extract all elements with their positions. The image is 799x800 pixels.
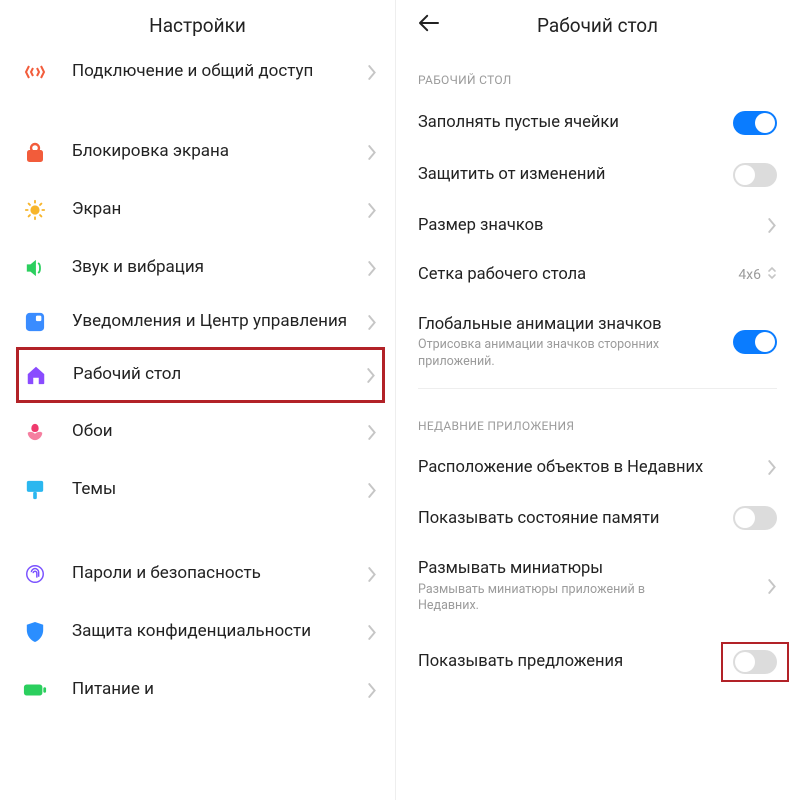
setting-label: Показывать предложения bbox=[418, 651, 721, 672]
shield-icon bbox=[20, 617, 50, 647]
section-header-recents: НЕДАВНИЕ ПРИЛОЖЕНИЯ bbox=[396, 393, 799, 443]
home-screen-settings: Рабочий стол РАБОЧИЙ СТОЛ Заполнять пуст… bbox=[396, 0, 799, 800]
section-header-home: РАБОЧИЙ СТОЛ bbox=[396, 47, 799, 97]
item-battery[interactable]: Питание и bbox=[0, 661, 395, 719]
chevron-right-icon bbox=[368, 625, 377, 640]
chevron-right-icon bbox=[368, 483, 377, 498]
chevron-right-icon bbox=[367, 368, 376, 383]
battery-icon bbox=[20, 675, 50, 705]
chevron-right-icon bbox=[368, 425, 377, 440]
toggle-memory-status[interactable] bbox=[733, 506, 777, 530]
setting-lock-layout[interactable]: Защитить от изменений bbox=[396, 149, 799, 201]
setting-sublabel: Размывать миниатюры приложений в Недавни… bbox=[418, 582, 678, 615]
toggle-global-anim[interactable] bbox=[733, 330, 777, 354]
setting-label: Заполнять пустые ячейки bbox=[418, 112, 733, 133]
item-label: Защита конфиденциальности bbox=[72, 621, 360, 642]
chevron-right-icon bbox=[368, 203, 377, 218]
setting-icon-size[interactable]: Размер значков bbox=[396, 201, 799, 250]
settings-list: Настройки Подключение и общий доступ Бло… bbox=[0, 0, 396, 800]
item-label: Темы bbox=[72, 479, 360, 500]
item-home-screen[interactable]: Рабочий стол bbox=[16, 347, 385, 403]
setting-grid[interactable]: Сетка рабочего стола 4x6 bbox=[396, 250, 799, 299]
chevron-right-icon bbox=[368, 315, 377, 330]
toggle-lock-layout[interactable] bbox=[733, 163, 777, 187]
setting-value: 4x6 bbox=[738, 267, 761, 283]
page-title: Рабочий стол bbox=[414, 14, 781, 37]
setting-label: Глобальные анимации значков bbox=[418, 314, 733, 335]
brush-icon bbox=[20, 475, 50, 505]
item-label: Уведомления и Центр управления bbox=[72, 311, 360, 332]
item-privacy[interactable]: Защита конфиденциальности bbox=[0, 603, 395, 661]
chevron-right-icon bbox=[768, 579, 777, 594]
home-icon bbox=[21, 360, 51, 390]
item-label: Пароли и безопасность bbox=[72, 563, 360, 584]
flower-icon bbox=[20, 417, 50, 447]
item-label: Рабочий стол bbox=[73, 364, 359, 385]
setting-label: Защитить от изменений bbox=[418, 164, 733, 185]
setting-label: Сетка рабочего стола bbox=[418, 264, 738, 285]
toggle-suggestions[interactable] bbox=[733, 650, 777, 674]
sun-icon bbox=[20, 195, 50, 225]
item-label: Блокировка экрана bbox=[72, 141, 360, 162]
item-sound[interactable]: Звук и вибрация bbox=[0, 239, 395, 297]
setting-fill-empty[interactable]: Заполнять пустые ячейки bbox=[396, 97, 799, 149]
expand-icon bbox=[767, 265, 777, 285]
chevron-right-icon bbox=[368, 65, 377, 80]
chevron-right-icon bbox=[368, 261, 377, 276]
item-lock-screen[interactable]: Блокировка экрана bbox=[0, 123, 395, 181]
setting-suggestions[interactable]: Показывать предложения bbox=[396, 628, 799, 696]
lock-icon bbox=[20, 137, 50, 167]
chevron-right-icon bbox=[768, 218, 777, 233]
setting-label: Показывать состояние памяти bbox=[418, 508, 733, 529]
highlighted-toggle-frame bbox=[721, 642, 789, 682]
speaker-icon bbox=[20, 253, 50, 283]
item-wallpaper[interactable]: Обои bbox=[0, 403, 395, 461]
item-themes[interactable]: Темы bbox=[0, 461, 395, 519]
toggle-fill-empty[interactable] bbox=[733, 111, 777, 135]
share-icon bbox=[20, 57, 50, 87]
setting-sublabel: Отрисовка анимации значков сторонних при… bbox=[418, 337, 678, 370]
item-notifications[interactable]: Уведомления и Центр управления bbox=[0, 297, 395, 347]
setting-label: Размывать миниатюры bbox=[418, 558, 760, 579]
chevron-right-icon bbox=[368, 145, 377, 160]
setting-label: Размер значков bbox=[418, 215, 760, 236]
page-title: Настройки bbox=[0, 0, 395, 47]
item-display[interactable]: Экран bbox=[0, 181, 395, 239]
chevron-right-icon bbox=[368, 683, 377, 698]
control-center-icon bbox=[20, 307, 50, 337]
chevron-right-icon bbox=[768, 460, 777, 475]
item-label: Звук и вибрация bbox=[72, 257, 360, 278]
item-label: Экран bbox=[72, 199, 360, 220]
item-label: Обои bbox=[72, 421, 360, 442]
setting-blur-thumbs[interactable]: Размывать миниатюры Размывать миниатюры … bbox=[396, 544, 799, 628]
setting-global-anim[interactable]: Глобальные анимации значков Отрисовка ан… bbox=[396, 300, 799, 384]
item-label: Питание и bbox=[72, 679, 360, 700]
back-button[interactable] bbox=[418, 14, 440, 36]
fingerprint-icon bbox=[20, 559, 50, 589]
item-passwords[interactable]: Пароли и безопасность bbox=[0, 545, 395, 603]
divider bbox=[418, 388, 777, 389]
setting-label: Расположение объектов в Недавних bbox=[418, 457, 760, 478]
setting-memory-status[interactable]: Показывать состояние памяти bbox=[396, 492, 799, 544]
setting-recents-layout[interactable]: Расположение объектов в Недавних bbox=[396, 443, 799, 492]
chevron-right-icon bbox=[368, 567, 377, 582]
item-connection[interactable]: Подключение и общий доступ bbox=[0, 47, 395, 97]
item-label: Подключение и общий доступ bbox=[72, 61, 360, 82]
